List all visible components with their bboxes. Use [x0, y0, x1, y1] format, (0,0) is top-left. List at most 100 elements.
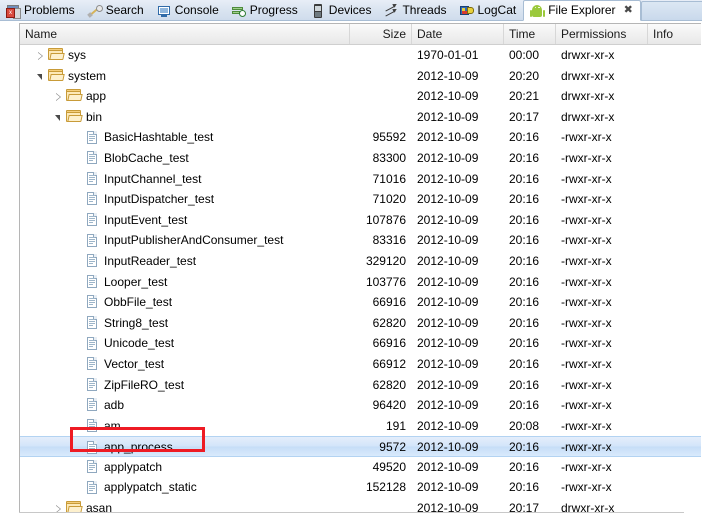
collapse-arrow-icon[interactable] — [34, 66, 48, 87]
file-name-cell[interactable]: BlobCache_test — [20, 148, 189, 169]
table-row[interactable]: sys 1970-01-01 00:00 drwxr-xr-x — [20, 45, 701, 66]
table-row[interactable]: InputDispatcher_test 71020 2012-10-09 20:16… — [20, 189, 701, 210]
table-row[interactable]: Unicode_test 66916 2012-10-09 20:16 -rwxr-xr… — [20, 333, 701, 354]
tab-logcat[interactable]: LogCat — [454, 0, 524, 21]
file-time-cell: 20:16 — [509, 171, 540, 186]
folder-icon — [66, 109, 83, 125]
file-info-cell — [648, 86, 701, 107]
table-row[interactable]: applypatch 49520 2012-10-09 20:16 -rwxr-xr-x — [20, 457, 701, 478]
tab-file-explorer[interactable]: File Explorer ✖ — [523, 0, 641, 21]
column-header-row[interactable]: Name Size Date Time Permissions Info — [20, 24, 701, 45]
file-info-cell — [648, 313, 701, 334]
table-row[interactable]: Vector_test 66912 2012-10-09 20:16 -rwxr-xr-… — [20, 354, 701, 375]
table-row[interactable]: InputPublisherAndConsumer_test 83316 2012-… — [20, 230, 701, 251]
column-header-size[interactable]: Size — [350, 24, 412, 44]
close-icon[interactable]: ✖ — [624, 0, 633, 21]
file-name-cell[interactable]: sys — [20, 45, 86, 66]
file-name-cell[interactable]: String8_test — [20, 313, 168, 334]
file-name-cell[interactable]: bin — [20, 107, 102, 128]
table-row[interactable]: BlobCache_test 83300 2012-10-09 20:16 -rwxr-… — [20, 148, 701, 169]
file-name-cell[interactable]: app_process — [20, 437, 173, 458]
file-name-cell[interactable]: applypatch — [20, 457, 162, 478]
column-header-date[interactable]: Date — [412, 24, 504, 44]
file-info-cell — [648, 66, 701, 87]
file-name-cell[interactable]: Vector_test — [20, 354, 164, 375]
file-time-cell: 20:16 — [509, 130, 540, 145]
file-permissions-cell: drwxr-xr-x — [561, 89, 615, 104]
table-row[interactable]: Looper_test 103776 2012-10-09 20:16 -rwxr-xr… — [20, 272, 701, 293]
file-name-cell[interactable]: InputDispatcher_test — [20, 189, 214, 210]
file-info-cell — [648, 45, 701, 66]
tab-threads[interactable]: Threads — [378, 0, 453, 21]
file-date-cell: 2012-10-09 — [417, 377, 479, 392]
table-row[interactable]: BasicHashtable_test 95592 2012-10-09 20:16 -… — [20, 127, 701, 148]
file-tree[interactable]: Name Size Date Time Permissions Info sys 1970-… — [19, 23, 701, 512]
file-name-cell[interactable]: ObbFile_test — [20, 292, 172, 313]
table-row[interactable]: asan 2012-10-09 20:17 drwxr-xr-x — [20, 498, 701, 512]
file-date-cell: 2012-10-09 — [417, 68, 479, 83]
file-name-cell[interactable]: BasicHashtable_test — [20, 127, 213, 148]
tab-problems[interactable]: x Problems — [0, 0, 82, 21]
file-name-label: InputEvent_test — [104, 212, 188, 227]
file-size-cell: 71020 — [372, 192, 406, 207]
file-name-cell[interactable]: applypatch_static — [20, 477, 197, 498]
file-name-cell[interactable]: asan — [20, 498, 112, 512]
file-permissions-cell: -rwxr-xr-x — [561, 398, 612, 413]
table-row[interactable]: ZipFileRO_test 62820 2012-10-09 20:16 -rwxr-… — [20, 375, 701, 396]
table-row[interactable]: String8_test 62820 2012-10-09 20:16 -rwxr-xr… — [20, 313, 701, 334]
tab-overflow-stub[interactable] — [640, 1, 702, 20]
file-time-cell: 20:16 — [509, 336, 540, 351]
table-row[interactable]: adb 96420 2012-10-09 20:16 -rwxr-xr-x — [20, 395, 701, 416]
file-name-cell[interactable]: app — [20, 86, 106, 107]
tab-console[interactable]: Console — [151, 0, 226, 21]
tab-devices[interactable]: Devices — [305, 0, 379, 21]
table-row[interactable]: app_process 9572 2012-10-09 20:16 -rwxr-xr-x — [20, 436, 701, 457]
file-permissions-cell: -rwxr-xr-x — [561, 377, 612, 392]
file-info-cell — [648, 395, 701, 416]
file-time-cell: 20:16 — [509, 480, 540, 495]
table-row[interactable]: applypatch_static 152128 2012-10-09 20:16 -r… — [20, 477, 701, 498]
expand-arrow-icon[interactable] — [52, 86, 66, 107]
expand-arrow-icon[interactable] — [34, 45, 48, 66]
file-size-cell: 191 — [385, 418, 406, 433]
file-size-cell: 66916 — [372, 336, 406, 351]
table-row[interactable]: InputReader_test 329120 2012-10-09 20:16 -rw… — [20, 251, 701, 272]
file-name-cell[interactable]: ZipFileRO_test — [20, 375, 184, 396]
folder-icon — [48, 47, 65, 63]
file-name-cell[interactable]: InputReader_test — [20, 251, 196, 272]
file-name-label: system — [68, 68, 107, 83]
column-header-permissions[interactable]: Permissions — [556, 24, 648, 44]
file-name-cell[interactable]: Looper_test — [20, 272, 167, 293]
table-row[interactable]: bin 2012-10-09 20:17 drwxr-xr-x — [20, 107, 701, 128]
tab-search[interactable]: Search — [82, 0, 151, 21]
panel-left-margin — [0, 21, 19, 515]
file-size-cell: 62820 — [372, 315, 406, 330]
file-size-cell: 95592 — [372, 130, 406, 145]
file-size-cell: 103776 — [365, 274, 406, 289]
table-row[interactable]: InputChannel_test 71016 2012-10-09 20:16 -rw… — [20, 169, 701, 190]
file-name-cell[interactable]: adb — [20, 395, 124, 416]
file-name-cell[interactable]: InputPublisherAndConsumer_test — [20, 230, 283, 251]
file-name-cell[interactable]: Unicode_test — [20, 333, 174, 354]
table-row[interactable]: ObbFile_test 66916 2012-10-09 20:16 -rwxr-xr… — [20, 292, 701, 313]
file-name-cell[interactable]: InputChannel_test — [20, 169, 201, 190]
column-header-info[interactable]: Info — [648, 24, 701, 44]
table-row[interactable]: InputEvent_test 107876 2012-10-09 20:16 -rwx… — [20, 210, 701, 231]
table-row[interactable]: am 191 2012-10-09 20:08 -rwxr-xr-x — [20, 416, 701, 437]
tab-progress[interactable]: Progress — [226, 0, 305, 21]
collapse-arrow-icon[interactable] — [52, 107, 66, 128]
expand-arrow-icon[interactable] — [52, 498, 66, 512]
file-tree-rows[interactable]: sys 1970-01-01 00:00 drwxr-xr-x system 2012-1… — [20, 45, 701, 512]
table-row[interactable]: system 2012-10-09 20:20 drwxr-xr-x — [20, 66, 701, 87]
file-name-cell[interactable]: InputEvent_test — [20, 210, 187, 231]
table-row[interactable]: app 2012-10-09 20:21 drwxr-xr-x — [20, 86, 701, 107]
column-header-name[interactable]: Name — [20, 24, 350, 44]
file-name-cell[interactable]: am — [20, 416, 121, 437]
file-name-cell[interactable]: system — [20, 66, 106, 87]
file-name-label: InputDispatcher_test — [104, 192, 215, 207]
column-header-time[interactable]: Time — [504, 24, 556, 44]
